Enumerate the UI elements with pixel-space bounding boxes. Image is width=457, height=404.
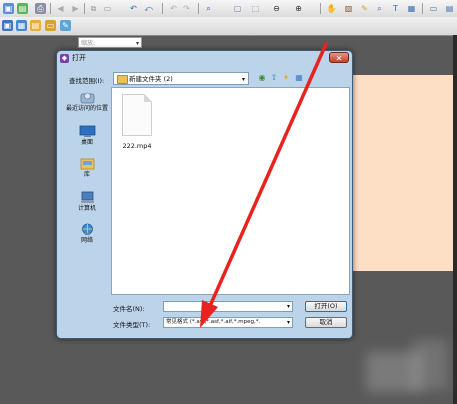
annotation-arrow: [200, 42, 328, 328]
